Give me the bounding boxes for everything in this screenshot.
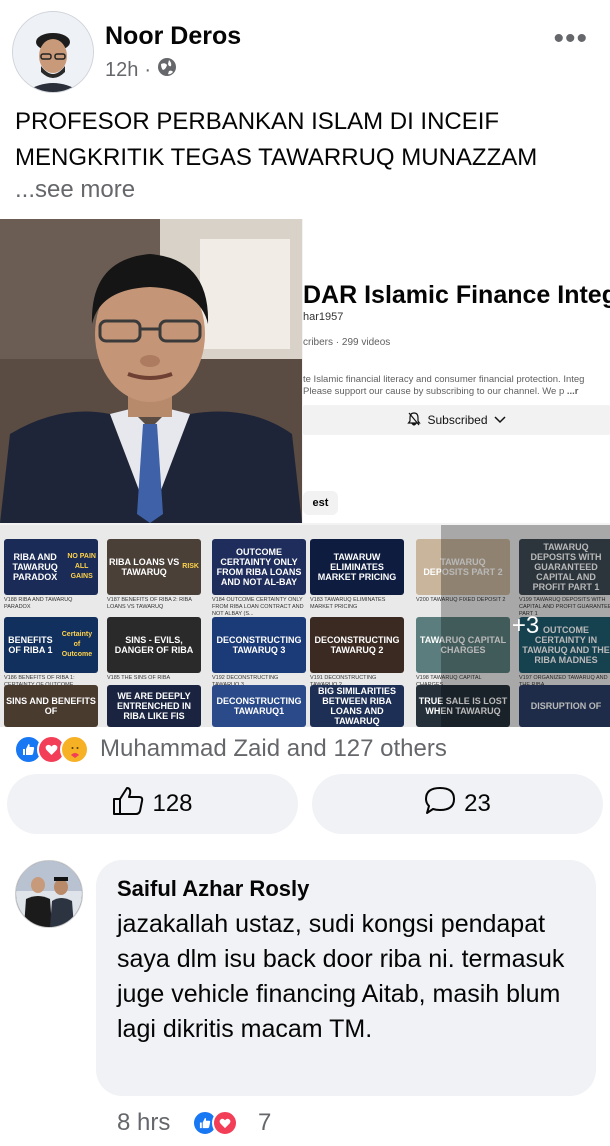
post-meta: 12h · <box>105 57 177 83</box>
comment-text: jazakallah ustaz, sudi kongsi pendapat s… <box>117 910 565 1043</box>
thumbnail-title: SINS AND BENEFITS OF <box>6 696 96 716</box>
comment-reaction-count: 7 <box>258 1109 272 1136</box>
thumbnail-subtitle: NO PAIN ALL GAINS <box>67 553 96 580</box>
commenter-avatar[interactable] <box>15 860 83 928</box>
post-text: PROFESOR PERBANKAN ISLAM DI INCEIF MENGK… <box>15 108 538 171</box>
chevron-down-icon <box>493 413 506 427</box>
thumbnail-title: SINS - EVILS, DANGER OF RIBA <box>114 635 194 655</box>
like-button[interactable]: 128 <box>7 774 298 834</box>
thumbnail-title: BENEFITS OF RIBA 1 <box>8 635 53 655</box>
video-thumbnail[interactable]: TAWARUW ELIMINATES MARKET PRICING <box>310 539 404 595</box>
care-icon <box>60 735 89 764</box>
author-avatar[interactable] <box>12 11 94 93</box>
channel-handle: har1957 <box>303 311 344 323</box>
thumbnail-title: BIG SIMILARITIES BETWEEN RIBA LOANS AND … <box>317 686 396 726</box>
meta-separator: · <box>144 58 152 81</box>
channel-desc-line-2: Please support our cause by subscribing … <box>303 386 608 398</box>
reaction-icons[interactable] <box>14 735 89 764</box>
commenter-name[interactable]: Saiful Azhar Rosly <box>117 876 309 902</box>
video-thumbnail[interactable]: OUTCOME CERTAINTY ONLY FROM RIBA LOANS A… <box>212 539 306 595</box>
thumbnail-title: DECONSTRUCTING TAWARUQ 2 <box>314 635 400 655</box>
comment-reaction-icons[interactable] <box>192 1110 238 1136</box>
subscribed-button[interactable]: Subscribed <box>303 405 610 435</box>
video-thumbnail[interactable]: SINS AND BENEFITS OF <box>4 685 98 727</box>
subscribed-label: Subscribed <box>427 413 488 427</box>
thumbs-up-icon <box>112 786 144 823</box>
channel-stats: cribers · 299 videos <box>303 337 391 348</box>
author-name[interactable]: Noor Deros <box>105 22 241 51</box>
filter-chip[interactable]: est <box>303 491 338 515</box>
comment-count: 23 <box>464 790 491 817</box>
channel-description: te Islamic financial literacy and consum… <box>303 374 608 398</box>
more-photos-overlay[interactable]: +3 <box>441 525 610 727</box>
video-thumbnail[interactable]: RIBA LOANS VS TAWARUQ RISK <box>107 539 201 595</box>
bell-icon <box>407 411 422 429</box>
youtube-channel-screenshot[interactable]: DAR Islamic Finance Integ har1957 criber… <box>303 219 610 523</box>
thumbnail-caption: V188 RIBA AND TAWARUQ PARADOX <box>4 597 73 610</box>
thumbnail-title: WE ARE DEEPLY ENTRENCHED IN RIBA LIKE FI… <box>116 691 191 721</box>
channel-desc-more: ...r <box>566 386 579 397</box>
video-thumbnail[interactable]: DECONSTRUCTING TAWARUQ 2 <box>310 617 404 673</box>
video-thumbnail[interactable]: BENEFITS OF RIBA 1 Certainty of Outcome <box>4 617 98 673</box>
video-thumbnail[interactable]: DECONSTRUCTING TAWARUQ1 <box>212 685 306 727</box>
post-media[interactable]: DAR Islamic Finance Integ har1957 criber… <box>0 219 610 727</box>
video-thumbnail[interactable]: SINS - EVILS, DANGER OF RIBA <box>107 617 201 673</box>
thumbnail-caption: V187 BENEFITS OF RIBA 2: RIBA LOANS VS T… <box>107 597 192 610</box>
thumbnail-caption: V183 TAWARUQ ELIMINATES MARKET PRICING <box>310 597 386 610</box>
comment-time[interactable]: 8 hrs <box>117 1109 170 1137</box>
video-thumbnail[interactable]: BIG SIMILARITIES BETWEEN RIBA LOANS AND … <box>310 685 404 727</box>
channel-desc-line-1: te Islamic financial literacy and consum… <box>303 374 585 385</box>
thumbnail-subtitle: RISK <box>182 563 199 570</box>
thumbnail-title: RIBA AND TAWARUQ PARADOX <box>12 552 58 582</box>
thumbnail-title: DECONSTRUCTING TAWARUQ1 <box>216 696 302 716</box>
video-thumbnail[interactable]: DECONSTRUCTING TAWARUQ 3 <box>212 617 306 673</box>
like-count: 128 <box>152 790 193 817</box>
thumbnail-title: TAWARUW ELIMINATES MARKET PRICING <box>317 552 397 582</box>
thumbnail-title: OUTCOME CERTAINTY ONLY FROM RIBA LOANS A… <box>216 547 302 587</box>
see-more-link[interactable]: ...see more <box>15 176 135 204</box>
thumbnail-title: RIBA LOANS VS TAWARUQ <box>109 557 180 577</box>
love-icon <box>212 1110 238 1136</box>
reaction-summary[interactable]: Muhammad Zaid and 127 others <box>100 735 447 763</box>
thumbnail-caption: V185 THE SINS OF RIBA <box>107 675 171 681</box>
channel-title: DAR Islamic Finance Integ <box>303 281 610 309</box>
globe-icon <box>157 57 177 83</box>
thumbnail-title: DECONSTRUCTING TAWARUQ 3 <box>216 635 302 655</box>
thumbnail-subtitle: Certainty of Outcome <box>61 631 93 658</box>
channel-desc-text: Please support our cause by subscribing … <box>303 386 565 397</box>
video-thumbnail[interactable]: WE ARE DEEPLY ENTRENCHED IN RIBA LIKE FI… <box>107 685 201 727</box>
more-options-icon[interactable]: ••• <box>553 22 588 56</box>
comment-button[interactable]: 23 <box>312 774 603 834</box>
comment-icon <box>424 786 456 823</box>
professor-photo[interactable] <box>0 219 302 523</box>
thumbnail-caption: V184 OUTCOME CERTAINTY ONLY FROM RIBA LO… <box>212 597 304 617</box>
video-thumbnail[interactable]: RIBA AND TAWARUQ PARADOX NO PAIN ALL GAIN… <box>4 539 98 595</box>
post-time[interactable]: 12h <box>105 59 138 82</box>
